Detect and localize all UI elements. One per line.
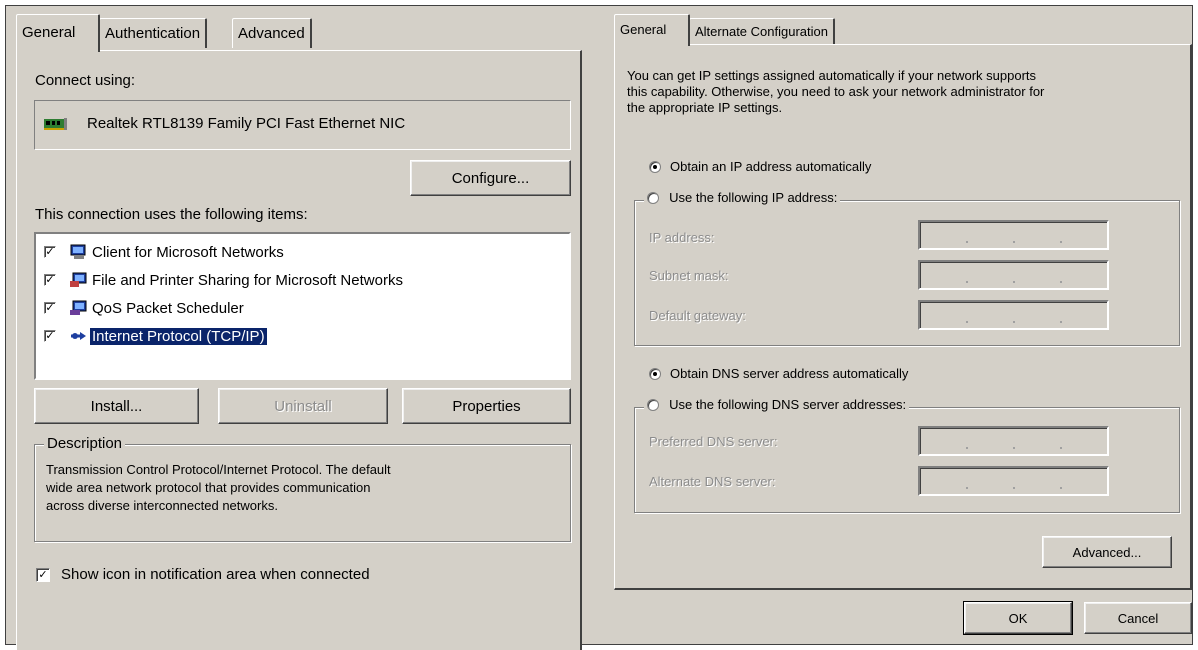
show-icon-label: Show icon in notification area when conn… [61, 566, 370, 583]
screenshot-frame: Authentication Advanced General Connect … [5, 5, 1193, 650]
tab-label: Authentication [105, 25, 201, 42]
preferred-dns-field[interactable] [918, 426, 1109, 456]
description-line-2: wide area network protocol that provides… [46, 480, 371, 495]
connect-using-label: Connect using: [35, 72, 136, 89]
dns-auto-label[interactable]: Obtain DNS server address automatically [670, 366, 908, 381]
tab-label: General [22, 24, 76, 41]
tcpip-protocol-icon [71, 332, 86, 340]
item-checkbox[interactable]: ✓ [44, 330, 56, 342]
tab-advanced[interactable]: Advanced [232, 18, 312, 48]
adapter-box: Realtek RTL8139 Family PCI Fast Ethernet… [34, 100, 571, 150]
octet-separator [1060, 241, 1062, 243]
ip-address-field[interactable] [918, 220, 1109, 250]
tab-authentication[interactable]: Authentication [99, 18, 208, 48]
dns-manual-legend: Use the following DNS server addresses: [644, 396, 910, 413]
list-item-tcpip[interactable]: ✓ Internet Protocol (TCP/IP) [36, 326, 566, 348]
octet-separator [1060, 447, 1062, 449]
octet-separator [966, 447, 968, 449]
tab-label: Alternate Configuration [695, 24, 828, 39]
item-checkbox[interactable]: ✓ [44, 302, 56, 314]
item-label: File and Printer Sharing for Microsoft N… [92, 272, 403, 289]
list-item-qos-scheduler[interactable]: ✓ QoS Packet Scheduler [36, 298, 566, 320]
item-label: Client for Microsoft Networks [92, 244, 284, 261]
cancel-button[interactable]: Cancel [1084, 602, 1192, 634]
intro-line-2: this capability. Otherwise, you need to … [627, 84, 1045, 99]
default-gateway-label: Default gateway: [649, 308, 746, 323]
octet-separator [1060, 321, 1062, 323]
install-button[interactable]: Install... [34, 388, 199, 424]
components-list[interactable]: ✓ Client for Microsoft Networks ✓ File a… [34, 232, 571, 380]
tab-general[interactable]: General [16, 14, 100, 52]
dns-auto-radio[interactable] [649, 368, 661, 380]
description-line-3: across diverse interconnected networks. [46, 498, 278, 513]
octet-separator [966, 281, 968, 283]
list-item-file-printer-sharing[interactable]: ✓ File and Printer Sharing for Microsoft… [36, 270, 566, 292]
dns-manual-label[interactable]: Use the following DNS server addresses: [669, 397, 906, 412]
file-sharing-icon [70, 272, 87, 287]
items-label: This connection uses the following items… [35, 206, 308, 223]
description-line-1: Transmission Control Protocol/Internet P… [46, 462, 391, 477]
octet-separator [966, 241, 968, 243]
ip-manual-label[interactable]: Use the following IP address: [669, 190, 837, 205]
default-gateway-field[interactable] [918, 300, 1109, 330]
item-checkbox[interactable]: ✓ [44, 274, 56, 286]
item-label: QoS Packet Scheduler [92, 300, 244, 317]
ip-auto-radio[interactable] [649, 161, 661, 173]
dns-manual-radio[interactable] [647, 399, 659, 411]
list-item-client-networks[interactable]: ✓ Client for Microsoft Networks [36, 242, 566, 264]
uninstall-button[interactable]: Uninstall [218, 388, 388, 424]
subnet-mask-label: Subnet mask: [649, 268, 729, 283]
ip-auto-label[interactable]: Obtain an IP address automatically [670, 159, 871, 174]
item-label: Internet Protocol (TCP/IP) [89, 327, 268, 346]
network-card-icon [44, 118, 67, 130]
octet-separator [1013, 241, 1015, 243]
octet-separator [966, 321, 968, 323]
item-checkbox[interactable]: ✓ [44, 246, 56, 258]
show-icon-checkbox[interactable]: ✓ [36, 568, 50, 582]
network-client-icon [70, 244, 86, 259]
dns-address-group [634, 407, 1180, 513]
adapter-name: Realtek RTL8139 Family PCI Fast Ethernet… [87, 115, 406, 132]
description-title: Description [44, 435, 126, 452]
qos-scheduler-icon [70, 300, 87, 315]
advanced-button[interactable]: Advanced... [1042, 536, 1172, 568]
subnet-mask-field[interactable] [918, 260, 1109, 290]
tab-label: Advanced [238, 25, 305, 42]
octet-separator [1060, 281, 1062, 283]
properties-button[interactable]: Properties [402, 388, 571, 424]
ip-manual-radio[interactable] [647, 192, 659, 204]
alternate-dns-field[interactable] [918, 466, 1109, 496]
octet-separator [1013, 487, 1015, 489]
octet-separator [966, 487, 968, 489]
octet-separator [1013, 447, 1015, 449]
octet-separator [1013, 321, 1015, 323]
tab-alternate-configuration[interactable]: Alternate Configuration [689, 18, 835, 44]
octet-separator [1013, 281, 1015, 283]
intro-line-3: the appropriate IP settings. [627, 100, 783, 115]
tab-general-right[interactable]: General [614, 14, 690, 46]
alternate-dns-label: Alternate DNS server: [649, 474, 776, 489]
intro-line-1: You can get IP settings assigned automat… [627, 68, 1037, 83]
configure-button[interactable]: Configure... [410, 160, 571, 196]
ip-address-label: IP address: [649, 230, 715, 245]
octet-separator [1060, 487, 1062, 489]
ip-manual-legend: Use the following IP address: [644, 189, 841, 206]
tab-label: General [620, 22, 667, 37]
ok-button[interactable]: OK [963, 601, 1073, 635]
preferred-dns-label: Preferred DNS server: [649, 434, 778, 449]
